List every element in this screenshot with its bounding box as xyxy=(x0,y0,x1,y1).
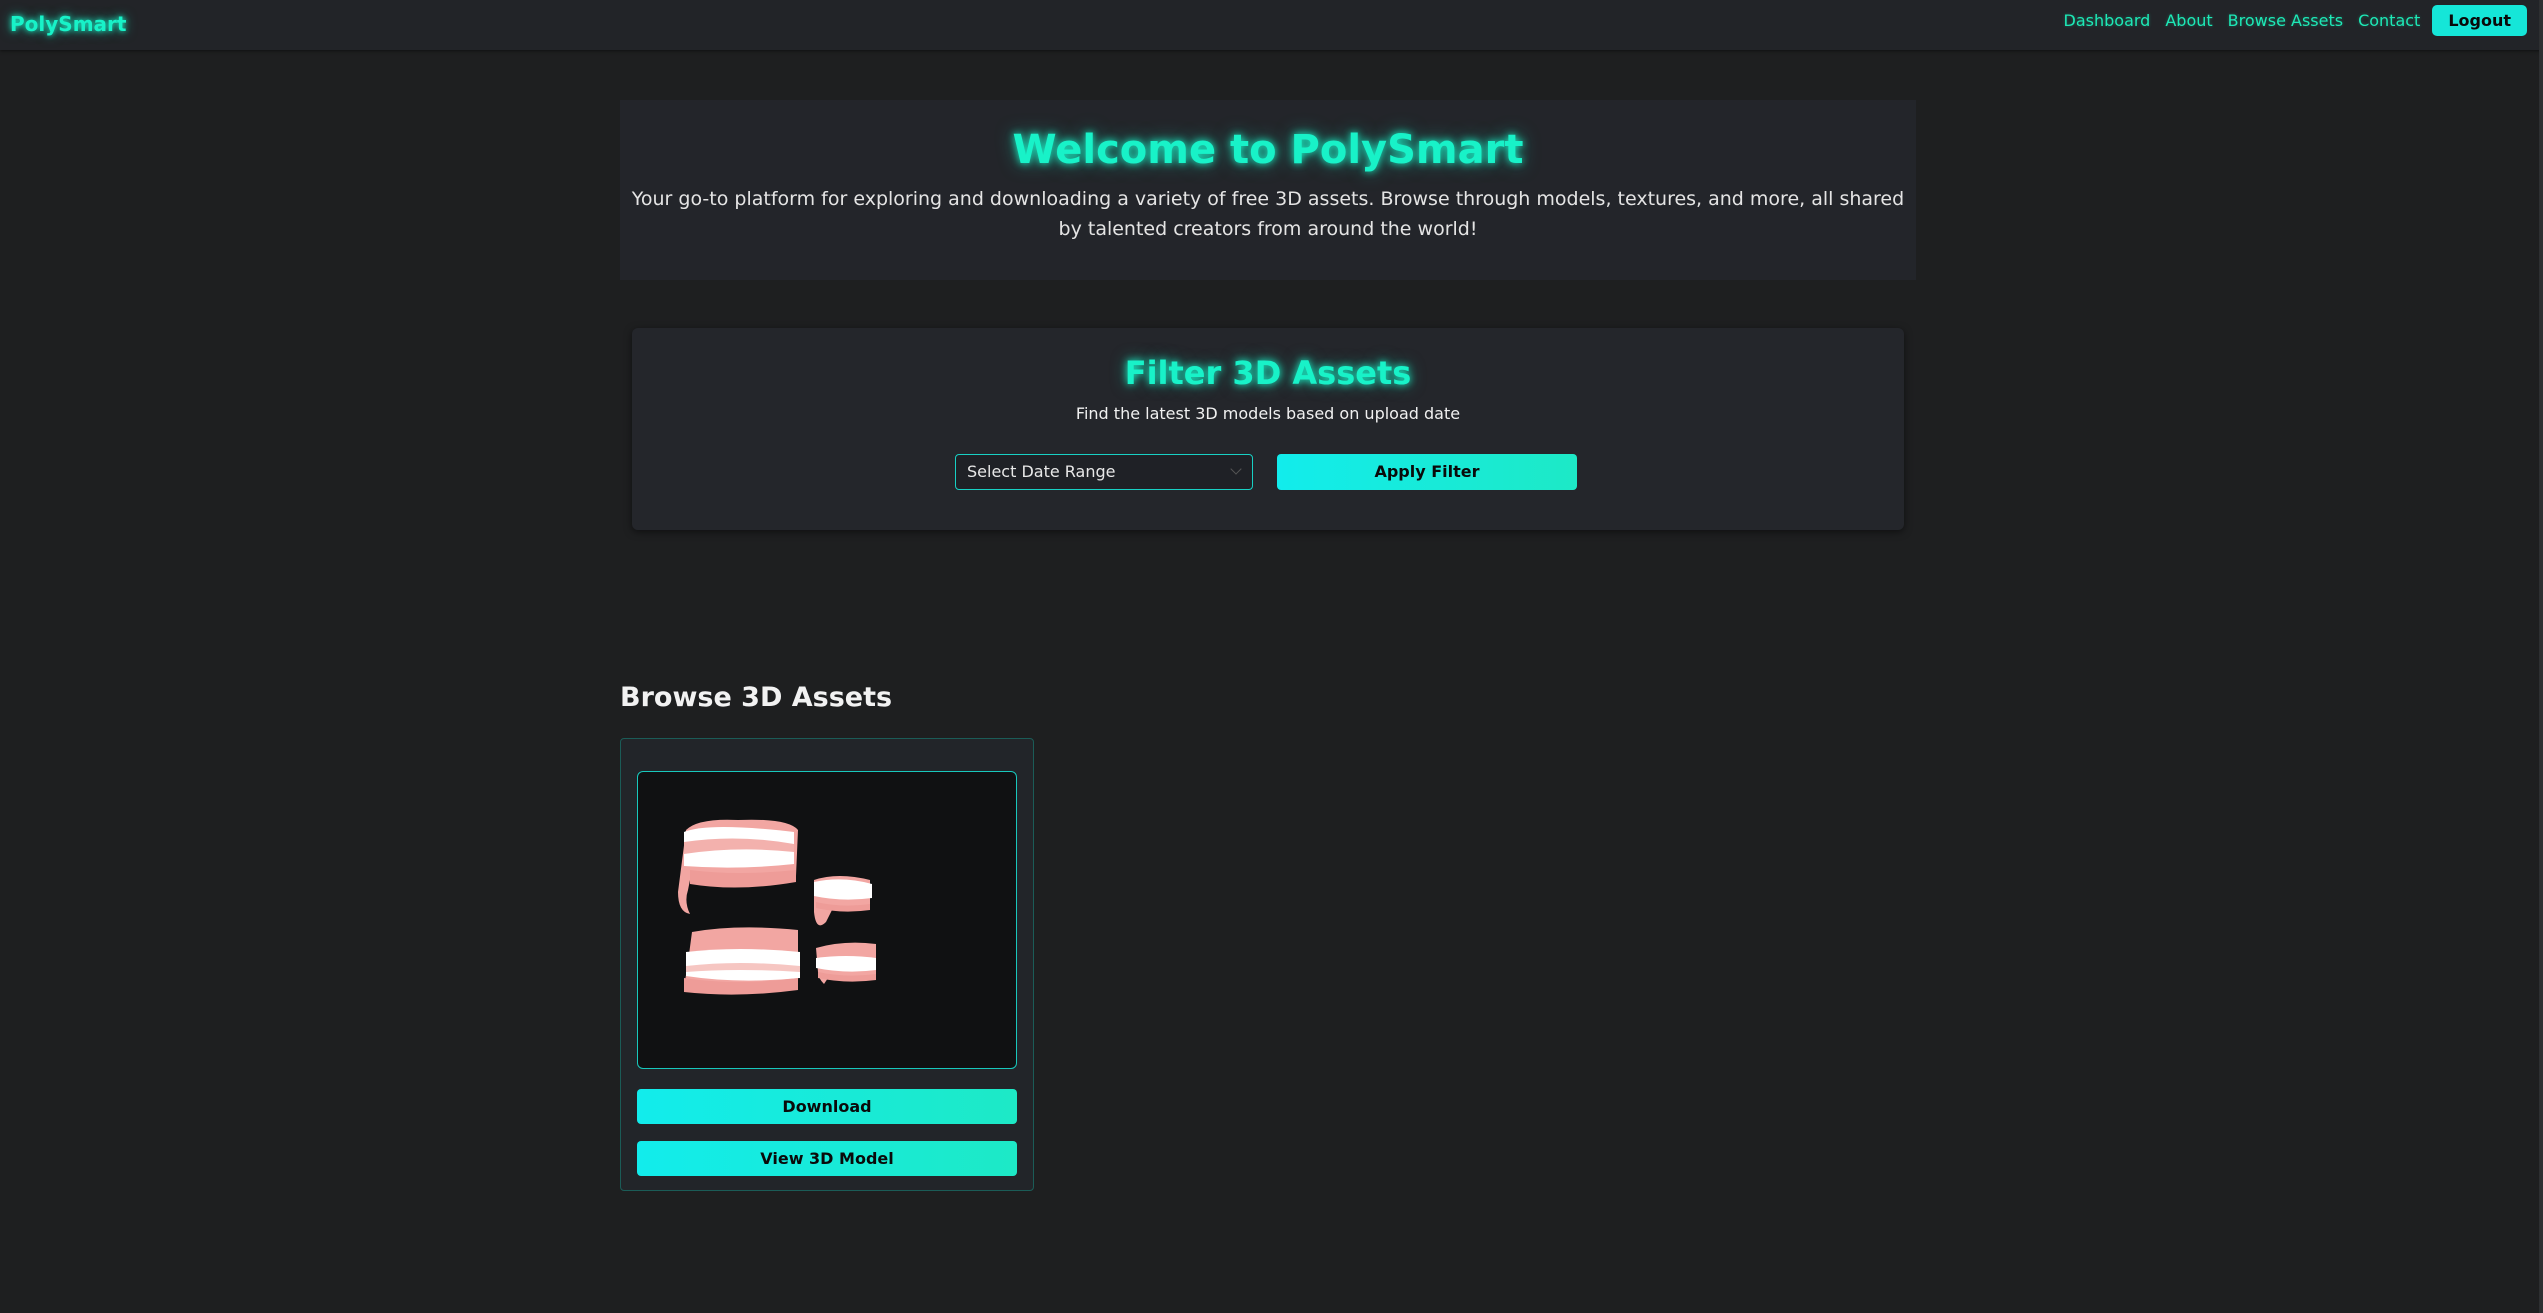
nav-links: Dashboard About Browse Assets Contact Lo… xyxy=(2064,4,2527,36)
date-range-select-value: Select Date Range xyxy=(967,462,1116,481)
chevron-down-icon xyxy=(1230,463,1242,475)
nav-link-dashboard[interactable]: Dashboard xyxy=(2064,11,2151,30)
view-3d-model-button[interactable]: View 3D Model xyxy=(637,1141,1017,1176)
date-range-select[interactable]: Select Date Range xyxy=(955,454,1253,490)
apply-filter-button[interactable]: Apply Filter xyxy=(1277,454,1577,490)
filter-controls: Select Date Range Apply Filter xyxy=(955,454,1577,490)
browse-title: Browse 3D Assets xyxy=(620,682,893,713)
nav-link-browse-assets[interactable]: Browse Assets xyxy=(2228,11,2343,30)
hero-section: Welcome to PolySmart Your go-to platform… xyxy=(620,100,1916,280)
filter-panel: Filter 3D Assets Find the latest 3D mode… xyxy=(632,328,1904,530)
lower-jaw-large xyxy=(684,927,800,995)
page: PolySmart Dashboard About Browse Assets … xyxy=(0,0,2543,1313)
upper-jaw-large xyxy=(678,819,798,914)
hero-description: Your go-to platform for exploring and do… xyxy=(631,188,1905,240)
asset-card: Download View 3D Model xyxy=(620,738,1034,1191)
nav-link-contact[interactable]: Contact xyxy=(2358,11,2420,30)
hero-title: Welcome to PolySmart xyxy=(1012,127,1524,173)
lower-jaw-small xyxy=(816,942,876,984)
filter-subtitle: Find the latest 3D models based on uploa… xyxy=(1075,404,1461,423)
filter-title: Filter 3D Assets xyxy=(1124,354,1412,392)
upper-jaw-small xyxy=(814,876,872,926)
nav-link-about[interactable]: About xyxy=(2165,11,2212,30)
scrollbar-track[interactable] xyxy=(2539,0,2543,1313)
download-button[interactable]: Download xyxy=(637,1089,1017,1124)
logout-button[interactable]: Logout xyxy=(2432,4,2527,36)
navbar: PolySmart Dashboard About Browse Assets … xyxy=(0,0,2543,50)
model-preview-viewer[interactable] xyxy=(637,771,1017,1069)
teeth-model-icon xyxy=(678,819,876,995)
brand-logo[interactable]: PolySmart xyxy=(10,10,126,38)
